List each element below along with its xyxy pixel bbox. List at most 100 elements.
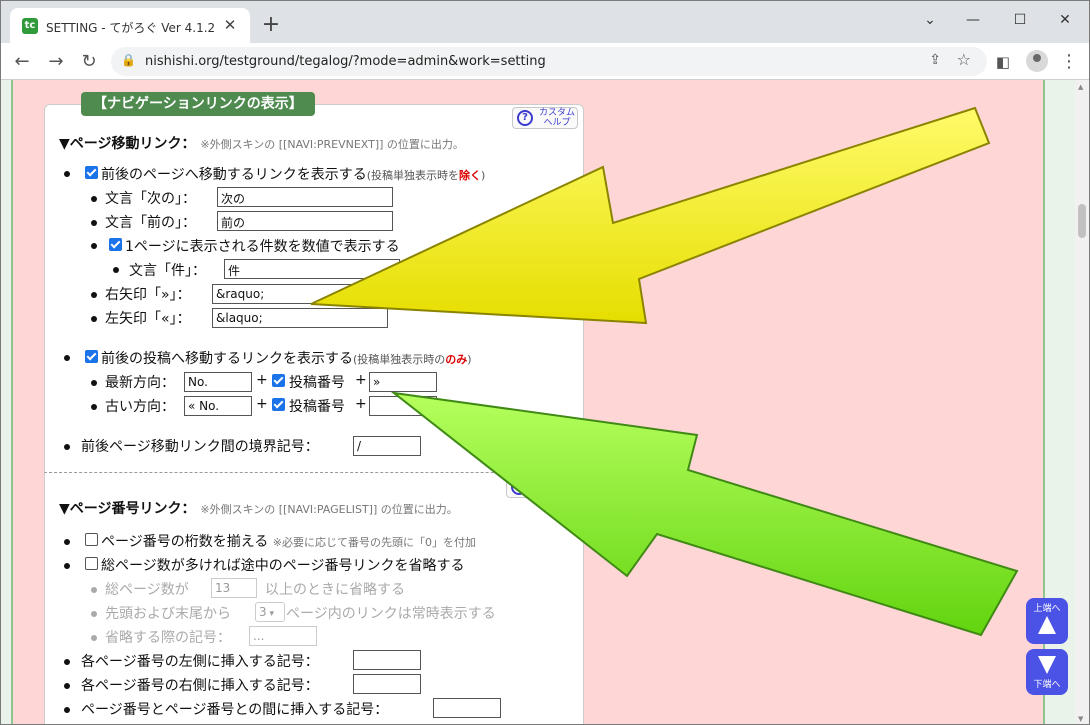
bullet <box>91 196 97 202</box>
left-border <box>1 80 13 724</box>
help-label: カスタム ヘルプ <box>532 477 569 497</box>
total-pages-input[interactable]: 13 <box>211 578 257 598</box>
pagelist-title: ▼ページ番号リンク： ※外側スキンの [[NAVI:PAGELIST]] の位置… <box>59 501 458 517</box>
oldest-prefix-input[interactable]: « No. <box>184 396 252 416</box>
help-icon: ? <box>517 110 533 126</box>
newest-suffix-input[interactable]: » <box>369 372 437 392</box>
left-symbol-input[interactable] <box>353 650 421 670</box>
newest-post-number-checkbox[interactable] <box>272 374 285 387</box>
boundary-input[interactable]: / <box>353 436 421 456</box>
help-button[interactable]: ? カスタム ヘルプ <box>512 107 578 129</box>
left-arrow-label: 左矢印「«」： <box>105 311 191 327</box>
scroll-top-button[interactable]: 上端へ <box>1026 598 1068 644</box>
section-header: 【ナビゲーションリンクの表示】 <box>81 92 315 116</box>
browser-window: tc SETTING - てがろぐ Ver 4.1.2 ✕ + ⌄ — ☐ ✕ … <box>0 0 1090 725</box>
head-tail-label-post: ページ内のリンクは常時表示する <box>286 606 496 622</box>
boundary-label: 前後ページ移動リンク間の境界記号： <box>81 439 319 455</box>
profile-icon[interactable] <box>1026 50 1048 72</box>
head-tail-select[interactable]: 3 ▾ <box>255 602 285 622</box>
scroll-bottom-label: 下端へ <box>1033 680 1061 690</box>
plus-sign: + <box>355 396 367 412</box>
help-label: カスタム ヘルプ <box>538 108 575 128</box>
bullet <box>64 171 70 177</box>
prev-word-input[interactable]: 前の <box>217 211 393 231</box>
plus-sign: + <box>256 396 268 412</box>
left-symbol-label: 各ページ番号の左側に挿入する記号： <box>81 654 319 670</box>
oldest-suffix-input[interactable] <box>369 396 437 416</box>
bullet <box>91 316 97 322</box>
prev-next-checkbox[interactable] <box>85 166 98 179</box>
favicon-icon: tc <box>22 18 38 34</box>
post-move-label: 前後の投稿へ移動するリンクを表示する(投稿単独表示時ののみ) <box>101 351 472 367</box>
prev-next-label: 前後のページへ移動するリンクを表示する(投稿単独表示時を除く) <box>101 167 486 183</box>
arrow-down-icon <box>1038 656 1056 674</box>
right-arrow-input[interactable]: &raquo; <box>212 284 388 304</box>
left-arrow-input[interactable]: &laquo; <box>212 308 388 328</box>
right-symbol-input[interactable] <box>353 674 421 694</box>
forward-icon[interactable]: → <box>43 49 69 75</box>
reload-icon[interactable]: ↻ <box>76 49 102 75</box>
new-tab-button[interactable]: + <box>259 14 283 38</box>
next-word-label: 文言「次の」： <box>105 191 196 207</box>
show-count-label: 1ページに表示される件数を数値で表示する <box>125 239 400 255</box>
align-digits-label: ページ番号の桁数を揃える ※必要に応じて番号の先頭に「0」を付加 <box>101 534 476 550</box>
address-bar[interactable]: 🔒 nishishi.org/testground/tegalog/?mode=… <box>111 47 987 76</box>
post-number-label: 投稿番号 <box>289 375 345 391</box>
omit-symbol-input[interactable]: ... <box>249 626 317 646</box>
align-digits-checkbox[interactable] <box>85 533 98 546</box>
scroll-down-icon[interactable]: ▼ <box>1078 715 1083 723</box>
close-window-button[interactable]: ✕ <box>1051 9 1079 31</box>
between-symbol-label: ページ番号とページ番号との間に挿入する記号： <box>81 702 389 718</box>
bullet <box>113 267 119 273</box>
close-tab-icon[interactable]: ✕ <box>220 15 240 35</box>
count-word-input[interactable]: 件 <box>224 259 400 279</box>
share-icon[interactable]: ⇪ <box>929 52 941 68</box>
bullet <box>64 355 70 361</box>
bullet <box>91 243 97 249</box>
arrow-up-icon <box>1038 616 1056 634</box>
show-count-checkbox[interactable] <box>109 238 122 251</box>
prev-word-label: 文言「前の」： <box>105 215 196 231</box>
omit-label: 総ページ数が多ければ途中のページ番号リンクを省略する <box>101 558 465 574</box>
browser-tab[interactable]: tc SETTING - てがろぐ Ver 4.1.2 ✕ <box>10 8 250 43</box>
post-move-checkbox[interactable] <box>85 350 98 363</box>
total-pages-label-post: 以上のときに省略する <box>265 582 405 598</box>
bullet <box>64 659 70 665</box>
sidebar-icon[interactable]: ◧ <box>990 49 1016 75</box>
bullet <box>91 611 97 617</box>
tab-bar: tc SETTING - てがろぐ Ver 4.1.2 ✕ + ⌄ — ☐ ✕ <box>1 1 1089 43</box>
scrollbar[interactable]: ▲ ▼ <box>1075 80 1089 724</box>
plus-sign: + <box>355 372 367 388</box>
maximize-button[interactable]: ☐ <box>1006 9 1034 31</box>
star-icon[interactable]: ☆ <box>957 50 971 69</box>
scroll-up-icon[interactable]: ▲ <box>1078 83 1083 91</box>
bullet <box>64 563 70 569</box>
back-icon[interactable]: ← <box>9 49 35 75</box>
chevron-down-icon: ▾ <box>266 609 275 619</box>
bullet <box>91 404 97 410</box>
menu-icon[interactable]: ⋮ <box>1056 49 1082 75</box>
post-number-label: 投稿番号 <box>289 399 345 415</box>
help-button[interactable]: ? カスタム ヘルプ <box>506 476 572 498</box>
tab-search-icon[interactable]: ⌄ <box>916 9 944 31</box>
scroll-bottom-button[interactable]: 下端へ <box>1026 649 1068 695</box>
between-symbol-input[interactable] <box>433 698 501 718</box>
lock-icon: 🔒 <box>121 53 136 67</box>
plus-sign: + <box>256 372 268 388</box>
scrollbar-thumb[interactable] <box>1078 204 1086 238</box>
browser-toolbar: ← → ↻ 🔒 nishishi.org/testground/tegalog/… <box>1 43 1089 80</box>
bullet <box>91 587 97 593</box>
head-tail-label-pre: 先頭および末尾から <box>105 606 231 622</box>
page-move-title: ▼ページ移動リンク： ※外側スキンの [[NAVI:PREVNEXT]] の位置… <box>59 136 464 152</box>
minimize-button[interactable]: — <box>959 9 987 31</box>
right-symbol-label: 各ページ番号の右側に挿入する記号： <box>81 678 319 694</box>
newest-prefix-input[interactable]: No. <box>184 372 252 392</box>
bullet <box>64 707 70 713</box>
next-word-input[interactable]: 次の <box>217 187 393 207</box>
oldest-post-number-checkbox[interactable] <box>272 398 285 411</box>
page-content: 【ナビゲーションリンクの表示】 ? カスタム ヘルプ ▼ページ移動リンク： ※外… <box>1 80 1075 724</box>
bullet <box>64 539 70 545</box>
right-arrow-label: 右矢印「»」： <box>105 287 191 303</box>
bullet <box>91 380 97 386</box>
omit-checkbox[interactable] <box>85 557 98 570</box>
